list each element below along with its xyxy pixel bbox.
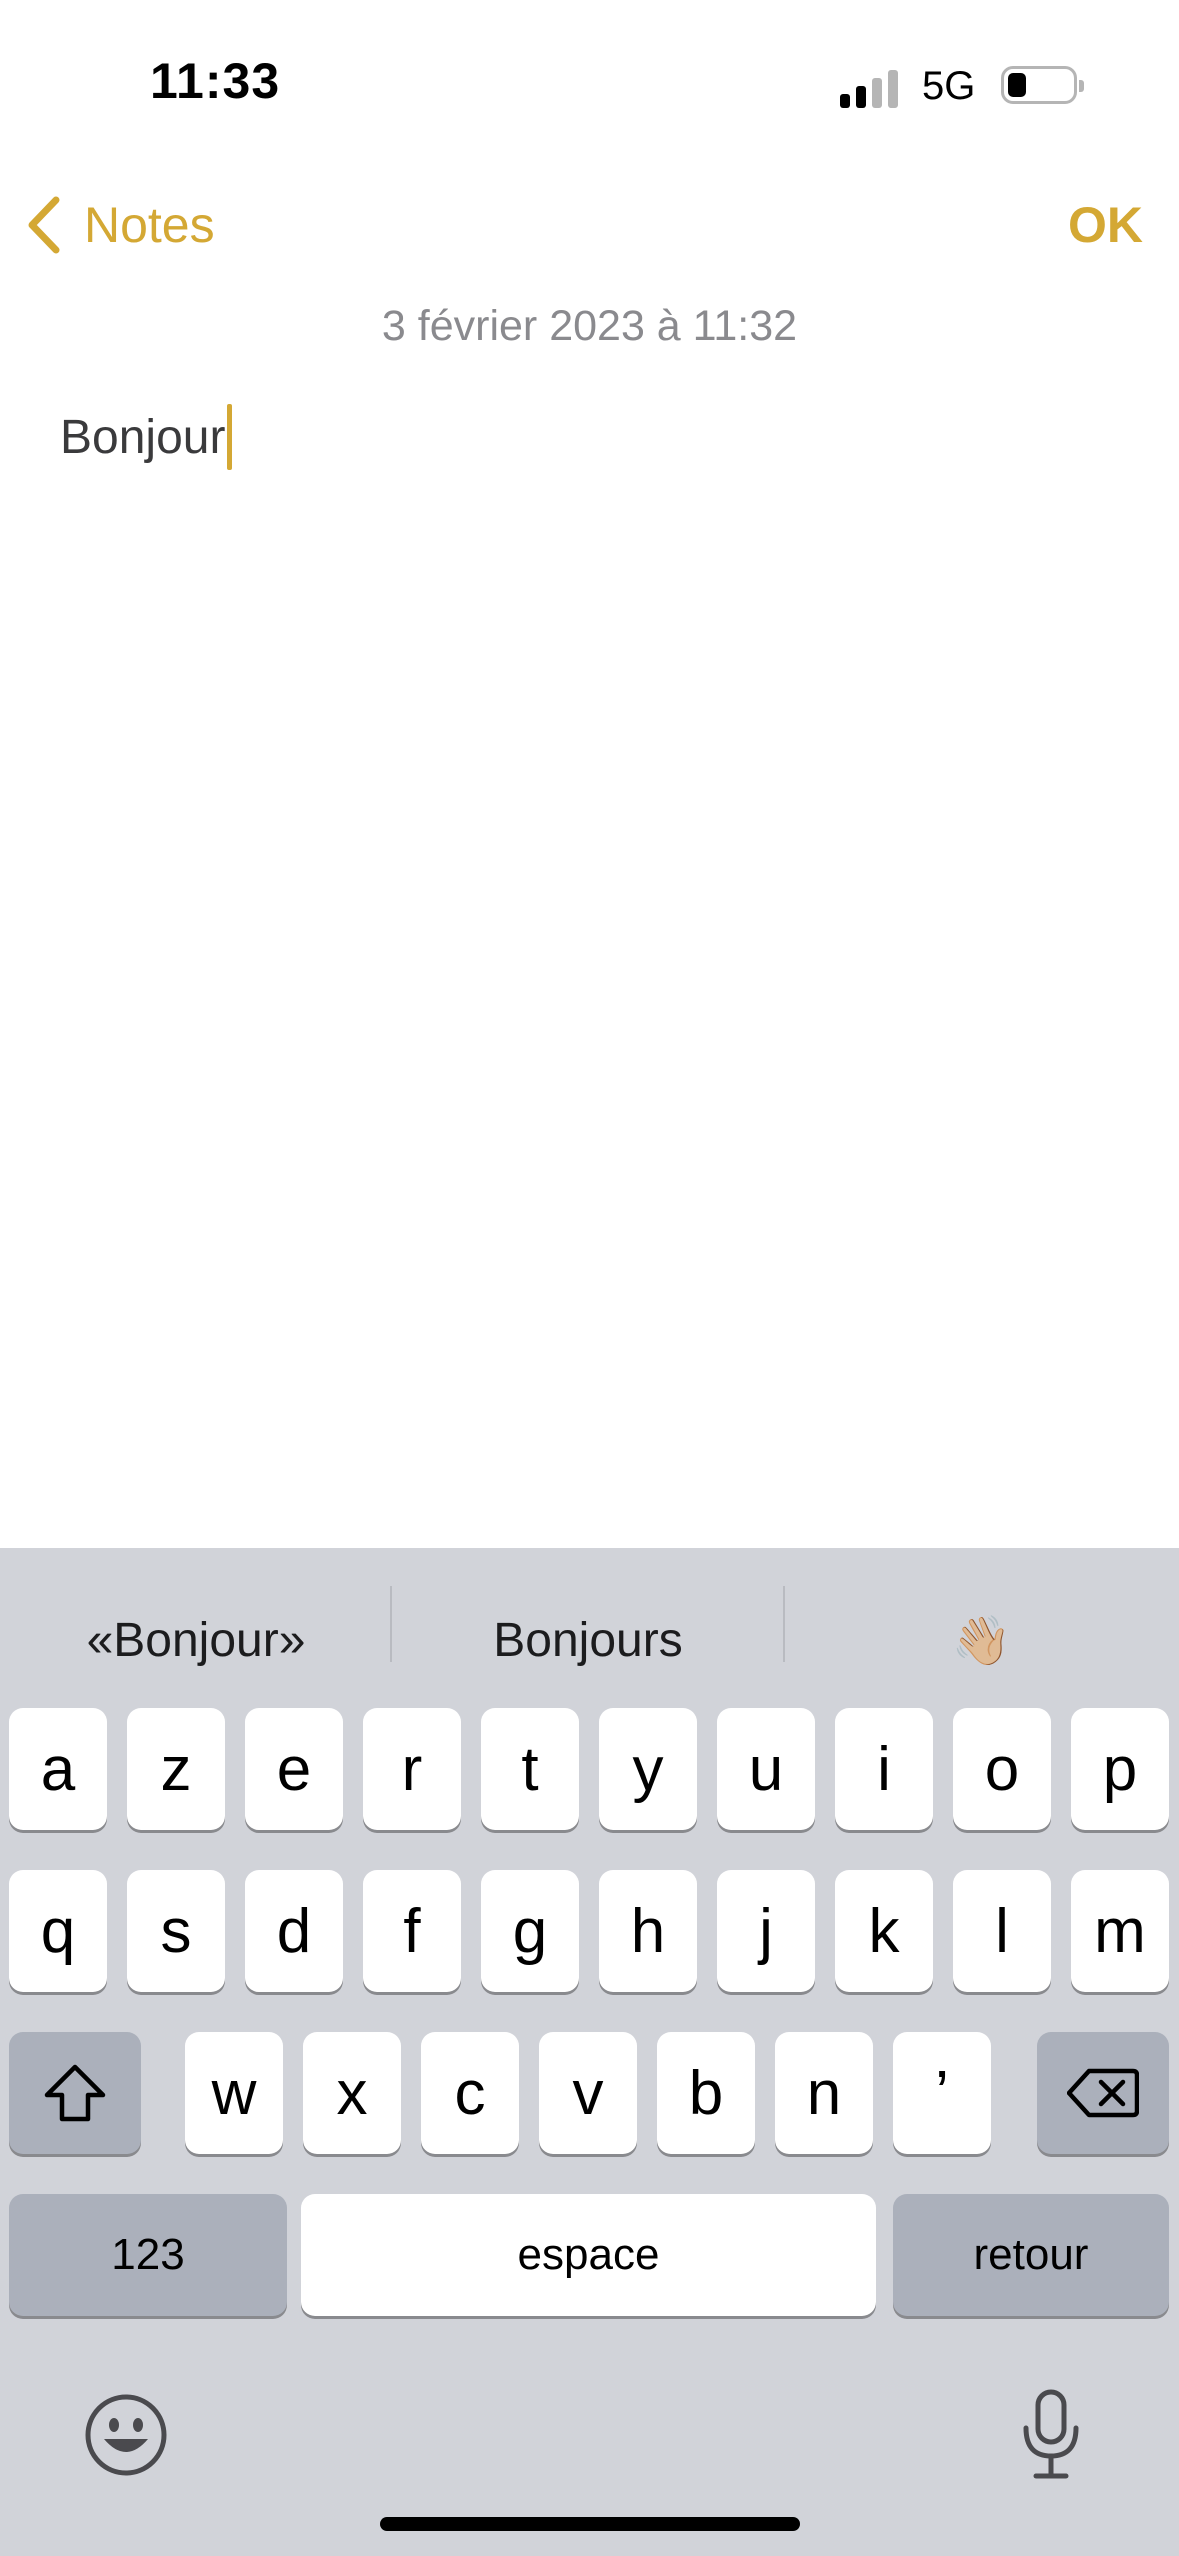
emoji-button[interactable] <box>84 2393 168 2477</box>
key[interactable]: y <box>599 1708 697 1830</box>
suggestion-emoji[interactable]: 👋🏼 <box>784 1600 1179 1680</box>
key[interactable]: p <box>1071 1708 1169 1830</box>
text-cursor <box>227 404 233 470</box>
key[interactable]: j <box>717 1870 815 1992</box>
key[interactable]: d <box>245 1870 343 1992</box>
key[interactable]: m <box>1071 1870 1169 1992</box>
key[interactable]: e <box>245 1708 343 1830</box>
keyboard: «Bonjour» Bonjours 👋🏼 a z e r t y u i o … <box>0 1548 1179 2556</box>
key[interactable]: a <box>9 1708 107 1830</box>
key[interactable]: u <box>717 1708 815 1830</box>
shift-key[interactable] <box>9 2032 141 2154</box>
delete-key[interactable] <box>1037 2032 1169 2154</box>
done-button[interactable]: OK <box>1068 196 1143 254</box>
cellular-signal-icon <box>840 68 900 108</box>
emoji-icon <box>85 2394 167 2476</box>
key[interactable]: b <box>657 2032 755 2154</box>
key[interactable]: o <box>953 1708 1051 1830</box>
note-body[interactable]: Bonjour <box>60 404 233 470</box>
note-text: Bonjour <box>60 410 226 464</box>
key[interactable]: x <box>303 2032 401 2154</box>
key[interactable]: t <box>481 1708 579 1830</box>
key[interactable]: g <box>481 1870 579 1992</box>
key[interactable]: v <box>539 2032 637 2154</box>
home-indicator[interactable] <box>380 2517 800 2531</box>
network-type: 5G <box>922 64 976 108</box>
backspace-icon <box>1067 2068 1139 2118</box>
key[interactable]: s <box>127 1870 225 1992</box>
key[interactable]: n <box>775 2032 873 2154</box>
suggestion-1[interactable]: «Bonjour» <box>0 1600 392 1680</box>
key[interactable]: l <box>953 1870 1051 1992</box>
chevron-left-icon <box>28 196 60 254</box>
key[interactable]: k <box>835 1870 933 1992</box>
key[interactable]: c <box>421 2032 519 2154</box>
key[interactable]: ’ <box>893 2032 991 2154</box>
key[interactable]: w <box>185 2032 283 2154</box>
return-key[interactable]: retour <box>893 2194 1169 2316</box>
key[interactable]: i <box>835 1708 933 1830</box>
shift-icon <box>44 2064 106 2122</box>
note-date: 3 février 2023 à 11:32 <box>381 302 798 350</box>
back-button[interactable]: Notes <box>24 190 215 260</box>
key[interactable]: q <box>9 1870 107 1992</box>
suggestion-2[interactable]: Bonjours <box>392 1600 784 1680</box>
key[interactable]: f <box>363 1870 461 1992</box>
back-button-label: Notes <box>84 197 215 253</box>
space-key[interactable]: espace <box>301 2194 876 2316</box>
key[interactable]: h <box>599 1870 697 1992</box>
key[interactable]: r <box>363 1708 461 1830</box>
dictation-button[interactable] <box>1018 2388 1084 2480</box>
numbers-key[interactable]: 123 <box>9 2194 287 2316</box>
status-time: 11:33 <box>150 53 281 109</box>
microphone-icon <box>1023 2389 1079 2479</box>
battery-icon <box>1001 66 1084 104</box>
key[interactable]: z <box>127 1708 225 1830</box>
